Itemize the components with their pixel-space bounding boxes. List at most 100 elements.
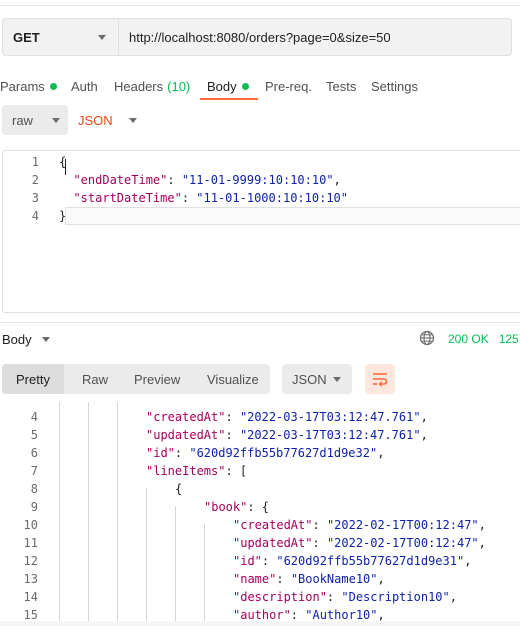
indent-guide bbox=[59, 402, 60, 626]
indent-guide bbox=[146, 488, 147, 626]
line-number: 3 bbox=[31, 191, 39, 205]
line-number: 6 bbox=[30, 446, 38, 460]
json-key: "author" bbox=[233, 608, 291, 622]
request-body-editor[interactable]: 1 {2 "endDateTime": "11-01-9999:10:10:10"… bbox=[2, 150, 520, 313]
code-text: "lineItems": [ bbox=[146, 462, 247, 480]
tab-label: Params bbox=[0, 78, 45, 94]
line-number: 11 bbox=[23, 536, 38, 550]
json-string: "2022-02-17T00:12:47" bbox=[326, 518, 479, 532]
code-text: "endDateTime": "11-01-9999:10:10:10", bbox=[59, 171, 341, 189]
json-punctuation: , bbox=[377, 608, 385, 622]
tab-label: Preview bbox=[134, 371, 181, 387]
tab-preview[interactable]: Preview bbox=[134, 364, 180, 394]
status-dot-icon bbox=[241, 82, 249, 90]
tab-pretty[interactable]: Pretty bbox=[2, 364, 64, 394]
line-number: 1 bbox=[31, 155, 39, 169]
tab-auth[interactable]: Auth bbox=[71, 72, 98, 100]
url-input[interactable]: http://localhost:8080/orders?page=0&size… bbox=[118, 18, 512, 56]
url-text: http://localhost:8080/orders?page=0&size… bbox=[129, 29, 391, 45]
format-label: JSON bbox=[292, 371, 327, 387]
line-number: 9 bbox=[30, 500, 38, 514]
response-body-select[interactable]: Body bbox=[2, 330, 50, 348]
chevron-down-icon bbox=[128, 117, 137, 123]
json-string: "2022-03-17T03:12:47.761" bbox=[239, 410, 421, 424]
json-punctuation: , bbox=[420, 428, 428, 442]
json-string: "Author10" bbox=[305, 608, 378, 622]
code-text: "updatedAt": "2022-02-17T00:12:47", bbox=[233, 534, 486, 552]
code-text: "book": { bbox=[204, 498, 269, 516]
active-line-highlight bbox=[65, 207, 520, 225]
json-punctuation: : bbox=[290, 608, 306, 622]
tab-body[interactable]: Body bbox=[207, 72, 249, 100]
code-text: "createdAt": "2022-03-17T03:12:47.761", bbox=[146, 408, 428, 426]
tab-visualize[interactable]: Visualize bbox=[207, 364, 259, 394]
json-key: "lineItems" bbox=[146, 464, 226, 478]
json-string: "Description10" bbox=[341, 590, 450, 604]
json-string: "BookName10" bbox=[290, 572, 378, 586]
json-key: "description" bbox=[233, 590, 327, 604]
json-punctuation: : bbox=[326, 590, 342, 604]
json-key: "name" bbox=[233, 572, 277, 586]
top-divider bbox=[0, 0, 520, 6]
code-text: "description": "Description10", bbox=[233, 588, 457, 606]
tab-headers[interactable]: Headers (10) bbox=[114, 72, 190, 100]
json-punctuation: { bbox=[175, 482, 183, 496]
response-status[interactable]: 200 OK 125 bbox=[448, 330, 519, 348]
json-punctuation: , bbox=[478, 518, 486, 532]
method-select[interactable]: GET bbox=[2, 18, 118, 56]
tab-label: Raw bbox=[82, 371, 109, 387]
line-number: 13 bbox=[23, 572, 38, 586]
tab-label: Pretty bbox=[16, 371, 50, 387]
json-punctuation: : bbox=[261, 554, 277, 568]
tab-label: Body bbox=[207, 78, 237, 94]
indent-guide bbox=[117, 402, 118, 626]
line-number: 14 bbox=[23, 590, 38, 604]
wrap-lines-button[interactable] bbox=[365, 364, 395, 394]
json-key: "startDateTime" bbox=[73, 191, 182, 205]
tab-settings[interactable]: Settings bbox=[371, 72, 418, 100]
body-type-select[interactable]: raw bbox=[2, 105, 68, 135]
tab-tests[interactable]: Tests bbox=[326, 72, 356, 100]
status-dot-icon bbox=[49, 82, 57, 90]
body-language-select[interactable]: JSON bbox=[78, 105, 137, 135]
json-key: "createdAt" bbox=[233, 518, 313, 532]
tab-pre-request[interactable]: Pre-req. bbox=[265, 72, 312, 100]
json-punctuation: , bbox=[333, 173, 341, 187]
body-language-label: JSON bbox=[78, 112, 113, 128]
tab-label: Headers bbox=[114, 78, 164, 94]
json-punctuation: : bbox=[181, 191, 197, 205]
globe-icon[interactable] bbox=[419, 330, 435, 346]
response-format-select[interactable]: JSON bbox=[282, 364, 352, 394]
code-text: "id": "620d92ffb55b77627d1d9e31", bbox=[233, 552, 471, 570]
line-number: 4 bbox=[30, 410, 38, 424]
json-punctuation: : bbox=[174, 446, 190, 460]
json-punctuation: , bbox=[478, 536, 486, 550]
response-body-viewer[interactable]: 4 "createdAt": "2022-03-17T03:12:47.761",… bbox=[0, 402, 520, 626]
json-string: "620d92ffb55b77627d1d9e31" bbox=[276, 554, 465, 568]
json-punctuation: { bbox=[59, 155, 67, 169]
code-text: "createdAt": "2022-02-17T00:12:47", bbox=[233, 516, 486, 534]
code-text: { bbox=[59, 153, 66, 171]
horizontal-scrollbar[interactable] bbox=[0, 621, 520, 626]
line-number: 10 bbox=[23, 518, 38, 532]
json-string: "11-01-9999:10:10:10" bbox=[181, 173, 334, 187]
json-string: "11-01-1000:10:10:10" bbox=[196, 191, 348, 205]
line-number: 2 bbox=[31, 173, 39, 187]
response-size: 125 bbox=[498, 332, 519, 346]
json-key: "id" bbox=[146, 446, 175, 460]
json-key: "book" bbox=[204, 500, 248, 514]
chevron-down-icon bbox=[98, 35, 106, 40]
tab-params[interactable]: Params bbox=[0, 72, 57, 100]
json-key: "endDateTime" bbox=[73, 173, 168, 187]
json-key: "updatedAt" bbox=[146, 428, 226, 442]
status-code: 200 OK bbox=[448, 332, 489, 346]
body-type-label: raw bbox=[12, 112, 33, 128]
tab-raw[interactable]: Raw bbox=[82, 364, 108, 394]
json-punctuation: : bbox=[276, 572, 291, 586]
json-punctuation: : bbox=[225, 410, 240, 424]
line-number: 5 bbox=[30, 428, 38, 442]
json-punctuation bbox=[59, 191, 73, 205]
chevron-down-icon bbox=[41, 336, 50, 342]
tab-label: Settings bbox=[371, 78, 418, 94]
indent-guide bbox=[88, 402, 89, 626]
